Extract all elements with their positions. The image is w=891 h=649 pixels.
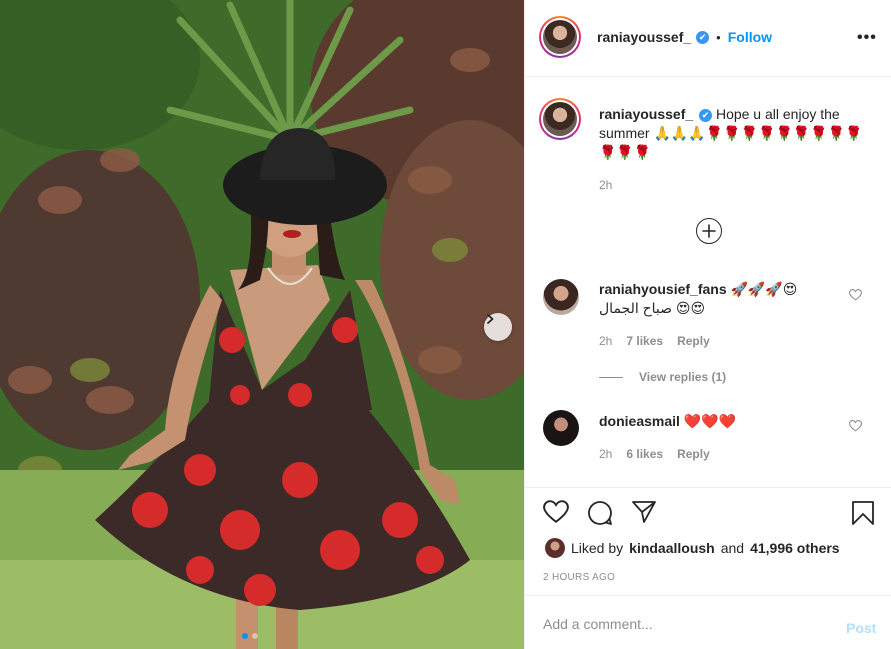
view-replies-button[interactable]: View replies (1): [599, 370, 726, 384]
photo-illustration: [0, 0, 524, 649]
replies-divider: [599, 376, 623, 378]
next-image-button[interactable]: [484, 313, 512, 341]
comment-username[interactable]: raniahyousief_fans: [599, 281, 727, 297]
comment-body: raniahyousief_fans 🚀🚀🚀😍 صباح الجمال 😍😍: [599, 280, 829, 318]
comment-input[interactable]: [543, 614, 823, 634]
comment-reply-button[interactable]: Reply: [677, 334, 710, 348]
caption: raniayoussef_ ✔ Hope u all enjoy the sum…: [599, 105, 879, 195]
comment-reply-button[interactable]: Reply: [677, 447, 710, 461]
liker-avatar[interactable]: [545, 538, 565, 558]
post-header: raniayoussef_ ✔ • Follow •••: [525, 0, 891, 77]
verified-badge-icon: ✔: [699, 108, 713, 122]
carousel-indicator: [242, 633, 258, 639]
share-paper-plane-icon[interactable]: [631, 500, 657, 524]
comment-body: donieasmail ❤️❤️❤️: [599, 412, 829, 431]
comment-bubble-icon[interactable]: [587, 500, 613, 526]
likes-others-count[interactable]: 41,996 others: [750, 540, 840, 556]
carousel-dot-active: [242, 633, 248, 639]
commenter-avatar[interactable]: [543, 279, 579, 315]
post-sidebar: raniayoussef_ ✔ • Follow ••• raniayousse…: [524, 0, 891, 649]
comment-meta: 2h 6 likes Reply: [599, 447, 710, 461]
comment-likes[interactable]: 7 likes: [626, 334, 663, 348]
carousel-dot: [252, 633, 258, 639]
caption-author-avatar[interactable]: [539, 98, 581, 140]
post-image[interactable]: [0, 0, 524, 649]
commenter-avatar[interactable]: [543, 410, 579, 446]
more-options-icon[interactable]: •••: [857, 29, 877, 47]
like-comment-heart-icon[interactable]: [849, 289, 862, 301]
post-comment-button[interactable]: Post: [846, 620, 876, 636]
author-avatar[interactable]: [539, 16, 581, 58]
like-heart-icon[interactable]: [543, 500, 569, 524]
likes-conjunction: and: [720, 540, 745, 556]
add-comment-bar: Post: [525, 595, 891, 649]
likes-prefix: Liked by: [571, 540, 624, 556]
liker-username[interactable]: kindaalloush: [629, 540, 715, 556]
comment-username[interactable]: donieasmail: [599, 413, 680, 429]
post-timestamp[interactable]: 2 HOURS AGO: [543, 572, 615, 583]
comment-time: 2h: [599, 334, 613, 348]
comment-likes[interactable]: 6 likes: [626, 447, 663, 461]
like-comment-heart-icon[interactable]: [849, 420, 862, 432]
author-username[interactable]: raniayoussef_: [597, 29, 691, 45]
save-bookmark-icon[interactable]: [851, 500, 875, 526]
comment-time: 2h: [599, 447, 613, 461]
caption-username[interactable]: raniayoussef_: [599, 106, 693, 122]
likes-summary: Liked by kindaalloush and 41,996 others: [545, 538, 840, 558]
caption-time: 2h: [599, 178, 613, 192]
comment-text: ❤️❤️❤️: [683, 413, 737, 429]
action-bar: Liked by kindaalloush and 41,996 others …: [525, 487, 891, 595]
comment-meta: 2h 7 likes Reply: [599, 334, 710, 348]
comments-section[interactable]: raniayoussef_ ✔ Hope u all enjoy the sum…: [525, 77, 891, 487]
view-replies-label: View replies (1): [639, 370, 727, 384]
verified-badge-icon: ✔: [696, 30, 710, 44]
separator-dot: •: [716, 29, 721, 45]
plus-icon: [702, 224, 716, 238]
load-more-comments-button[interactable]: [696, 218, 722, 244]
chevron-right-icon: [487, 314, 494, 324]
follow-button[interactable]: Follow: [728, 29, 772, 45]
